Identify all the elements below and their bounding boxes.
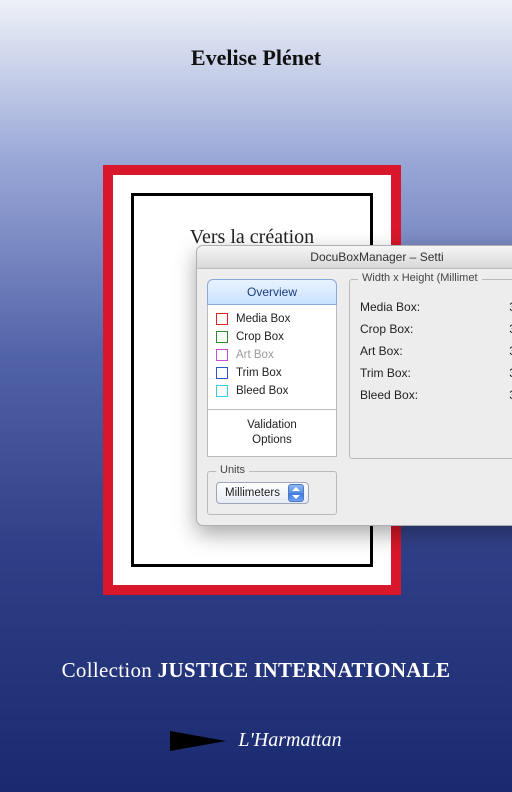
art-box-swatch-icon [216, 349, 228, 361]
collection-line: Collection JUSTICE INTERNATIONALE [0, 658, 512, 683]
dimension-row: Art Box: 367,50 [360, 344, 512, 358]
dim-label: Trim Box: [360, 366, 411, 380]
units-group: Units Millimeters [207, 471, 337, 515]
publisher-name: L'Harmattan [238, 729, 341, 752]
dim-label: Art Box: [360, 344, 403, 358]
list-item[interactable]: Art Box [216, 349, 328, 361]
validation-line: Validation [247, 419, 297, 431]
dimension-row: Bleed Box: 367,50 [360, 388, 512, 402]
box-label: Trim Box [236, 367, 282, 379]
dim-value: 367,50 [490, 366, 512, 380]
units-label: Units [216, 464, 249, 476]
list-item[interactable]: Media Box [216, 313, 328, 325]
box-label: Crop Box [236, 331, 284, 343]
left-column: Overview Media Box Crop Box Art Box [207, 279, 337, 515]
window-body: Overview Media Box Crop Box Art Box [197, 269, 512, 525]
crop-box-swatch-icon [216, 331, 228, 343]
wedge-icon [170, 731, 226, 751]
box-label: Art Box [236, 349, 274, 361]
dim-value: 367,50 [490, 388, 512, 402]
validation-options-button[interactable]: Validation Options [207, 409, 337, 457]
author-name: Evelise Plénet [0, 45, 512, 71]
dimension-row: Media Box: 367,50 [360, 300, 512, 314]
box-label: Bleed Box [236, 385, 288, 397]
units-select[interactable]: Millimeters [216, 482, 309, 504]
dimensions-fieldset: Width x Height (Millimet Media Box: 367,… [349, 279, 512, 459]
tab-overview[interactable]: Overview [207, 279, 337, 305]
right-column: Width x Height (Millimet Media Box: 367,… [337, 279, 512, 515]
dimension-row: Crop Box: 367,50 [360, 322, 512, 336]
collection-name: JUSTICE INTERNATIONALE [158, 658, 451, 682]
validation-line: Options [252, 434, 292, 446]
dim-label: Media Box: [360, 300, 420, 314]
chevron-updown-icon [288, 484, 304, 502]
list-item[interactable]: Bleed Box [216, 385, 328, 397]
book-cover: Evelise Plénet Vers la création d'une pr… [0, 0, 512, 792]
dim-value: 367,50 [490, 322, 512, 336]
publisher-block: L'Harmattan [0, 729, 512, 752]
trim-box-swatch-icon [216, 367, 228, 379]
bleed-box-swatch-icon [216, 385, 228, 397]
docuboxmanager-window: DocuBoxManager – Setti Overview Media Bo… [196, 245, 512, 526]
units-fieldset: Units Millimeters [207, 471, 337, 515]
dim-label: Bleed Box: [360, 388, 418, 402]
box-label: Media Box [236, 313, 290, 325]
dimensions-label: Width x Height (Millimet [358, 272, 482, 284]
list-item[interactable]: Trim Box [216, 367, 328, 379]
units-value: Millimeters [225, 487, 280, 499]
media-box-swatch-icon [216, 313, 228, 325]
list-item[interactable]: Crop Box [216, 331, 328, 343]
dim-value: 367,50 [490, 344, 512, 358]
box-list: Media Box Crop Box Art Box Trim Box [207, 305, 337, 410]
dim-label: Crop Box: [360, 322, 413, 336]
collection-prefix: Collection [62, 658, 158, 682]
dim-value: 367,50 [490, 300, 512, 314]
dimension-row: Trim Box: 367,50 [360, 366, 512, 380]
window-title: DocuBoxManager – Setti [197, 246, 512, 269]
